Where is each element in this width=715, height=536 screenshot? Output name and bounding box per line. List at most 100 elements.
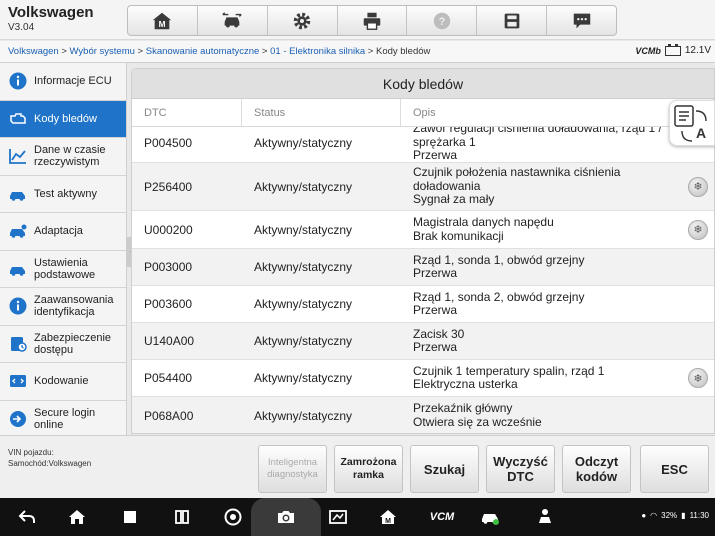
help-icon: ?	[433, 12, 451, 29]
sidebar-item-adaptation[interactable]: Adaptacja	[0, 213, 126, 251]
clear-dtc-button[interactable]: Wyczyść DTC	[486, 445, 555, 493]
sidebar-item-live-data[interactable]: Dane w czasie rzeczywistym	[0, 138, 126, 176]
search-button[interactable]: Szukaj	[410, 445, 479, 493]
sidebar-item-label: Test aktywny	[34, 187, 97, 200]
smart-diagnosis-button[interactable]: Inteligentna diagnostyka	[258, 445, 327, 493]
screen-capture-button[interactable]	[328, 507, 348, 527]
vehicle-swap-icon	[222, 11, 242, 27]
dtc-description-line: Czujnik położenia nastawnika ciśnienia d…	[413, 165, 621, 193]
save-icon	[504, 13, 520, 28]
battery-level: 32%	[661, 511, 678, 520]
camera-icon	[278, 511, 294, 523]
svg-text:?: ?	[438, 16, 445, 28]
dtc-status: Aktywny/statyczny	[254, 260, 353, 274]
split-screen-icon	[175, 510, 189, 524]
table-row[interactable]: U000200 Aktywny/statyczny Magistrala dan…	[132, 211, 714, 249]
vcm-nav-button[interactable]: VCM	[427, 507, 457, 527]
recents-icon	[124, 511, 136, 523]
dtc-code: P003600	[144, 297, 193, 311]
dtc-description-line: Zacisk 30	[413, 326, 465, 341]
translate-overlay-button[interactable]: A	[669, 100, 715, 146]
freeze-frame-button[interactable]: Zamrożona ramka	[334, 445, 403, 493]
table-row[interactable]: P068A00 Aktywny/statyczny Przekaźnik głó…	[132, 397, 714, 433]
sidebar-item-advanced-id[interactable]: Zaawansowania identyfikacja	[0, 288, 126, 326]
breadcrumb-separator: >	[134, 46, 146, 57]
info-icon	[8, 296, 28, 316]
table-row[interactable]: U140A00 Aktywny/statyczny Zacisk 30 Prze…	[132, 323, 714, 360]
dtc-description-line: Brak komunikacji	[413, 228, 504, 243]
dtc-code: U000200	[144, 222, 193, 237]
dtc-code: P004500	[144, 135, 193, 150]
esc-button[interactable]: ESC	[640, 445, 709, 493]
breadcrumb-link-autoscan[interactable]: Skanowanie automatyczne	[146, 46, 260, 57]
save-button[interactable]	[477, 6, 548, 35]
freeze-frame-icon[interactable]: ❄	[688, 176, 708, 197]
sidebar-item-ecu-info[interactable]: Informacje ECU	[0, 63, 126, 101]
dtc-description: Rząd 1, sonda 1, obwód grzejny Przerwa	[401, 249, 714, 285]
top-toolbar: M ?	[127, 5, 617, 36]
table-row[interactable]: P054400 Aktywny/statyczny Czujnik 1 temp…	[132, 360, 714, 397]
dtc-description-line: Zawór regulacji ciśnienia doładowania, r…	[413, 127, 662, 149]
system-navbar: M VCM ● ◠ 32% ▮ 11:30	[0, 498, 715, 536]
svg-text:M: M	[385, 518, 391, 525]
back-nav-button[interactable]	[17, 507, 37, 527]
svg-text:A: A	[696, 125, 706, 141]
dtc-description-line: Otwiera się za wcześnie	[413, 414, 542, 429]
sidebar-item-security-access[interactable]: Zabezpieczenie dostępu	[0, 326, 126, 363]
sidebar-item-label: Secure login online	[34, 406, 96, 431]
camera-button[interactable]	[276, 507, 296, 527]
recents-nav-button[interactable]	[120, 507, 140, 527]
breadcrumb-current: Kody bledów	[375, 46, 431, 57]
sidebar-item-label: Dane w czasie rzeczywistym	[34, 144, 106, 169]
dtc-status: Aktywny/statyczny	[254, 179, 353, 194]
vcm-status: VCMb 12.1V	[635, 43, 711, 56]
home-nav-button[interactable]	[67, 507, 87, 527]
help-button[interactable]: ?	[407, 6, 478, 35]
vehicle-swap-button[interactable]	[198, 6, 268, 35]
browser-button[interactable]	[223, 507, 243, 527]
battery-icon: ▮	[681, 511, 686, 520]
split-screen-button[interactable]	[172, 507, 192, 527]
table-body[interactable]: P004500 Aktywny/statyczny Zawór regulacj…	[132, 127, 714, 433]
freeze-frame-icon[interactable]: ❄	[688, 219, 708, 240]
table-row[interactable]: P256400 Aktywny/statyczny Czujnik położe…	[132, 163, 714, 211]
home-icon: M	[153, 12, 172, 29]
freeze-frame-icon[interactable]: ❄	[688, 368, 708, 388]
dtc-description: Zacisk 30 Przerwa	[401, 323, 714, 359]
vin-label: VIN pojazdu:	[8, 448, 54, 457]
clock: 11:30	[689, 511, 709, 520]
message-button[interactable]	[547, 6, 616, 35]
message-icon	[573, 13, 590, 28]
read-codes-button[interactable]: Odczyt kodów	[562, 445, 631, 493]
dtc-code: P256400	[144, 179, 193, 194]
dtc-description-line: Przekaźnik główny	[413, 401, 513, 415]
car-adapt-icon	[8, 221, 28, 241]
home-button[interactable]: M	[128, 6, 198, 35]
table-row[interactable]: P003000 Aktywny/statyczny Rząd 1, sonda …	[132, 249, 714, 286]
table-row[interactable]: P003600 Aktywny/statyczny Rząd 1, sonda …	[132, 286, 714, 323]
maxisys-home-button[interactable]: M	[378, 507, 398, 527]
settings-button[interactable]	[268, 6, 338, 35]
print-button[interactable]	[338, 6, 408, 35]
sidebar-item-secure-login[interactable]: Secure login online	[0, 401, 126, 438]
dtc-description: Zawór regulacji ciśnienia doładowania, r…	[401, 127, 714, 162]
sidebar-item-fault-codes[interactable]: Kody bledów	[0, 100, 126, 138]
sidebar-item-basic-settings[interactable]: Ustawienia podstawowe	[0, 251, 126, 288]
sidebar-item-label: Zabezpieczenie dostępu	[34, 331, 112, 356]
breadcrumb-link-system[interactable]: Wybór systemu	[70, 46, 135, 57]
sidebar-item-active-test[interactable]: Test aktywny	[0, 176, 126, 213]
breadcrumb-link-brand[interactable]: Volkswagen	[8, 46, 59, 57]
security-access-icon	[8, 334, 28, 354]
breadcrumb-link-ecu[interactable]: 01 - Elektronika silnika	[270, 46, 365, 57]
mechanic-nav-button[interactable]	[535, 507, 555, 527]
sidebar-item-coding[interactable]: Kodowanie	[0, 363, 126, 401]
vehicle-nav-button[interactable]	[480, 507, 500, 527]
home-icon	[69, 510, 85, 524]
dtc-description-line: Rząd 1, sonda 2, obwód grzejny	[413, 289, 585, 304]
table-row[interactable]: P004500 Aktywny/statyczny Zawór regulacj…	[132, 127, 714, 163]
battery-voltage-icon	[664, 43, 681, 56]
mechanic-icon	[539, 509, 551, 523]
dtc-status: Aktywny/statyczny	[254, 408, 353, 423]
sidebar-item-label: Informacje ECU	[34, 75, 112, 88]
function-sidebar: Informacje ECU Kody bledów Dane w czasie…	[0, 63, 127, 438]
